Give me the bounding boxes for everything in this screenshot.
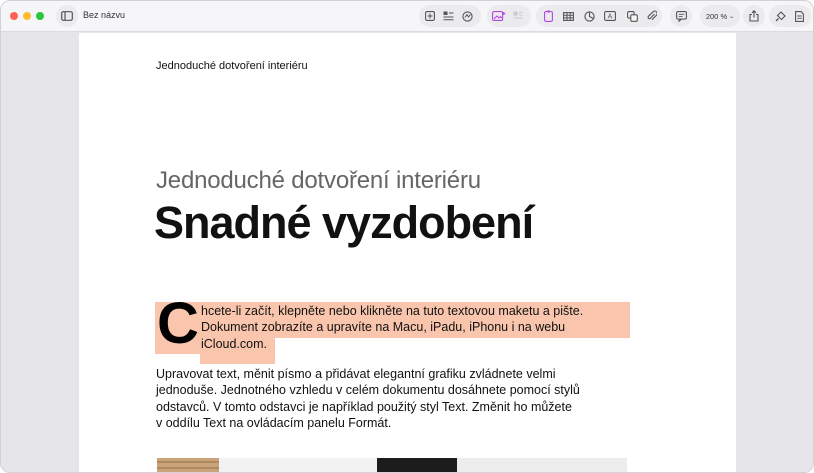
drop-cap[interactable]: C xyxy=(157,295,199,353)
document-canvas[interactable]: Jednoduché dotvoření interiéru Jednoduch… xyxy=(1,33,813,472)
placeholder-image[interactable] xyxy=(157,458,627,472)
text-box-icon[interactable]: A xyxy=(603,6,617,26)
media-icon[interactable] xyxy=(490,6,508,26)
zoom-label: 200 % xyxy=(705,11,728,21)
zoom-window-button[interactable] xyxy=(36,12,44,20)
attachment-icon[interactable] xyxy=(645,6,659,26)
table-icon[interactable] xyxy=(561,6,575,26)
paragraph-1-line[interactable]: hcete-li začít, klepněte nebo klikněte n… xyxy=(201,304,583,318)
svg-text:A: A xyxy=(608,14,613,21)
document-title: Bez názvu xyxy=(83,10,126,20)
document-page[interactable]: Jednoduché dotvoření interiéru Jednoduch… xyxy=(79,33,736,472)
paragraph-2-line[interactable]: odstavců. V tomto odstavci je například … xyxy=(156,400,572,414)
paragraph-1-line[interactable]: iCloud.com. xyxy=(201,337,267,351)
page-header[interactable]: Jednoduché dotvoření interiéru xyxy=(156,60,308,72)
app-window: Bez názvu A 200 % ⌄ Jednoduché dotvoření… xyxy=(0,0,814,473)
close-window-button[interactable] xyxy=(10,12,18,20)
wrap-text-icon[interactable] xyxy=(511,6,525,26)
paragraph-2-line[interactable]: jednoduše. Jednotného vzhledu v celém do… xyxy=(156,383,580,397)
format-brush-icon[interactable] xyxy=(772,6,788,26)
paragraph-2-line[interactable]: Upravovat text, měnit písmo a přidávat e… xyxy=(156,367,556,381)
chevron-down-icon: ⌄ xyxy=(729,13,735,20)
toolbar: Bez názvu A 200 % ⌄ xyxy=(1,1,813,32)
document-icon[interactable] xyxy=(791,6,807,26)
paragraph-1-line[interactable]: Dokument zobrazíte a upravíte na Macu, i… xyxy=(201,320,565,334)
sidebar-toggle-icon[interactable] xyxy=(59,6,75,26)
chart-icon[interactable] xyxy=(582,6,596,26)
comment-icon[interactable] xyxy=(674,6,688,26)
document-title-heading[interactable]: Snadné vyzdobení xyxy=(154,197,534,249)
shape-icon[interactable] xyxy=(625,6,639,26)
document-subtitle[interactable]: Jednoduché dotvoření interiéru xyxy=(156,167,481,195)
list-format-icon[interactable] xyxy=(441,6,455,26)
minimize-window-button[interactable] xyxy=(23,12,31,20)
zoom-menu[interactable]: 200 % ⌄ xyxy=(704,6,736,26)
share-icon[interactable] xyxy=(747,6,761,26)
collaboration-icon[interactable] xyxy=(460,6,474,26)
paragraph-2-line[interactable]: v oddílu Text na ovládacím panelu Formát… xyxy=(156,416,391,430)
insert-page-icon[interactable] xyxy=(541,6,555,26)
add-page-icon[interactable] xyxy=(423,6,437,26)
